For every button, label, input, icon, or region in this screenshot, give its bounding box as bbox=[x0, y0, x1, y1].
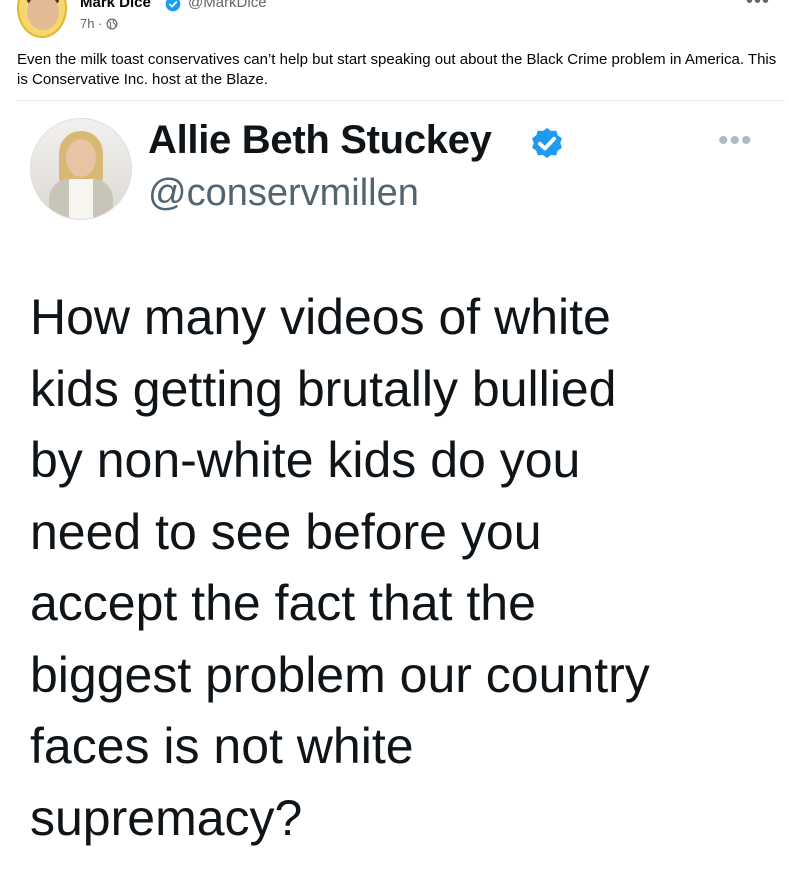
author-avatar[interactable] bbox=[17, 0, 67, 38]
tweet-more-icon: ••• bbox=[718, 124, 753, 157]
post-header: Mark Dice @MarkDice 7h · ••• bbox=[0, 0, 789, 44]
meta-separator: · bbox=[98, 16, 103, 31]
post-caption: Even the milk toast conservatives can’t … bbox=[17, 51, 777, 88]
tweet-author-name: Allie Beth Stuckey bbox=[148, 118, 492, 162]
post-more-button[interactable]: ••• bbox=[746, 0, 770, 13]
post-meta: 7h · bbox=[80, 16, 118, 31]
tweet-author-handle: @conservmillen bbox=[148, 172, 419, 214]
tweet-author-avatar bbox=[30, 118, 132, 220]
divider bbox=[17, 100, 785, 101]
globe-icon bbox=[106, 18, 118, 30]
author-name[interactable]: Mark Dice bbox=[80, 0, 151, 11]
verified-badge-icon bbox=[165, 0, 181, 12]
tweet-text: How many videos of white kids getting br… bbox=[30, 289, 650, 846]
post-timestamp[interactable]: 7h bbox=[80, 16, 94, 31]
tweet-verified-badge-icon bbox=[532, 127, 562, 159]
author-handle[interactable]: @MarkDice bbox=[188, 0, 267, 11]
